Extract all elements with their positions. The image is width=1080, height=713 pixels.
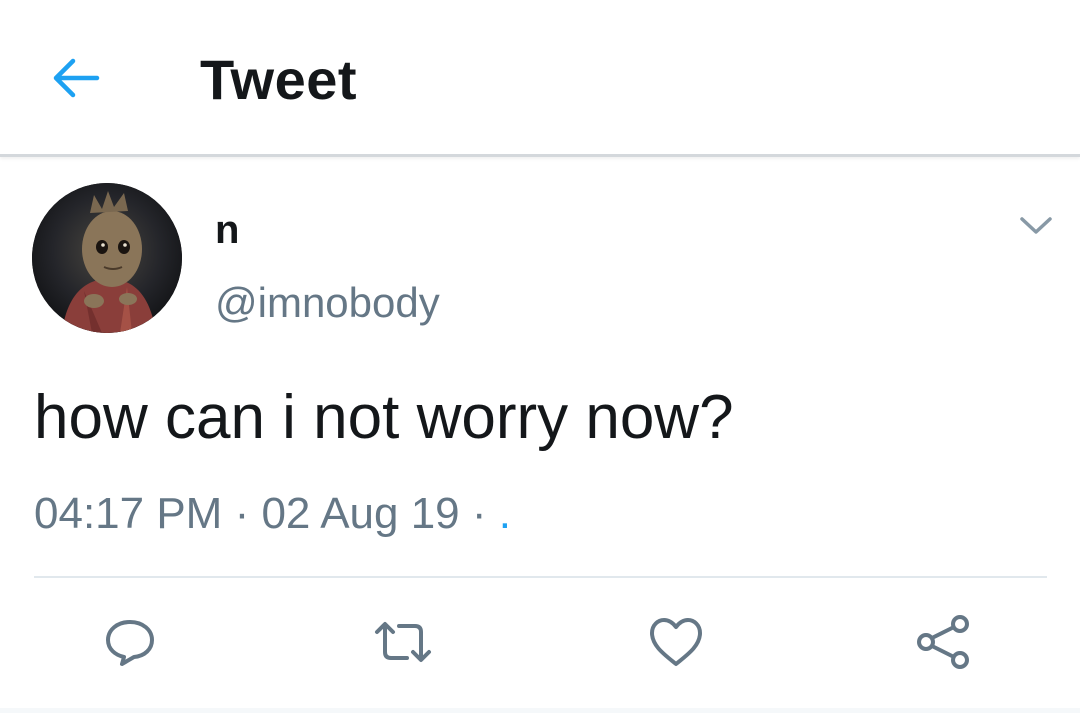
meta-separator: · (222, 489, 262, 538)
retweet-icon (375, 622, 431, 662)
avatar[interactable] (32, 183, 182, 333)
tweet-date: 02 Aug 19 (261, 489, 460, 538)
tweet-text: how can i not worry now? (34, 383, 734, 452)
bottom-edge (0, 708, 1080, 713)
top-bar: Tweet (0, 0, 1080, 157)
share-icon (917, 615, 969, 669)
share-button[interactable] (914, 612, 974, 672)
groot-avatar (32, 183, 182, 333)
back-button[interactable] (44, 46, 108, 110)
tweet-meta: 04:17 PM · 02 Aug 19 · . (34, 488, 511, 540)
divider (34, 576, 1047, 578)
retweet-button[interactable] (373, 612, 433, 672)
meta-separator: · (459, 489, 499, 538)
tweet-time: 04:17 PM (34, 489, 223, 538)
chevron-down-icon (1020, 217, 1052, 234)
page-title: Tweet (200, 48, 358, 111)
author-handle[interactable]: @imnobody (215, 278, 440, 328)
reply-button[interactable] (100, 612, 160, 672)
tweet-more-button[interactable] (1014, 206, 1058, 246)
like-icon (650, 618, 702, 666)
tweet-source-link[interactable]: . (499, 489, 511, 538)
reply-icon (106, 620, 154, 666)
like-button[interactable] (646, 612, 706, 672)
arrow-left-icon (53, 58, 100, 98)
author-display-name[interactable]: n (215, 206, 239, 254)
